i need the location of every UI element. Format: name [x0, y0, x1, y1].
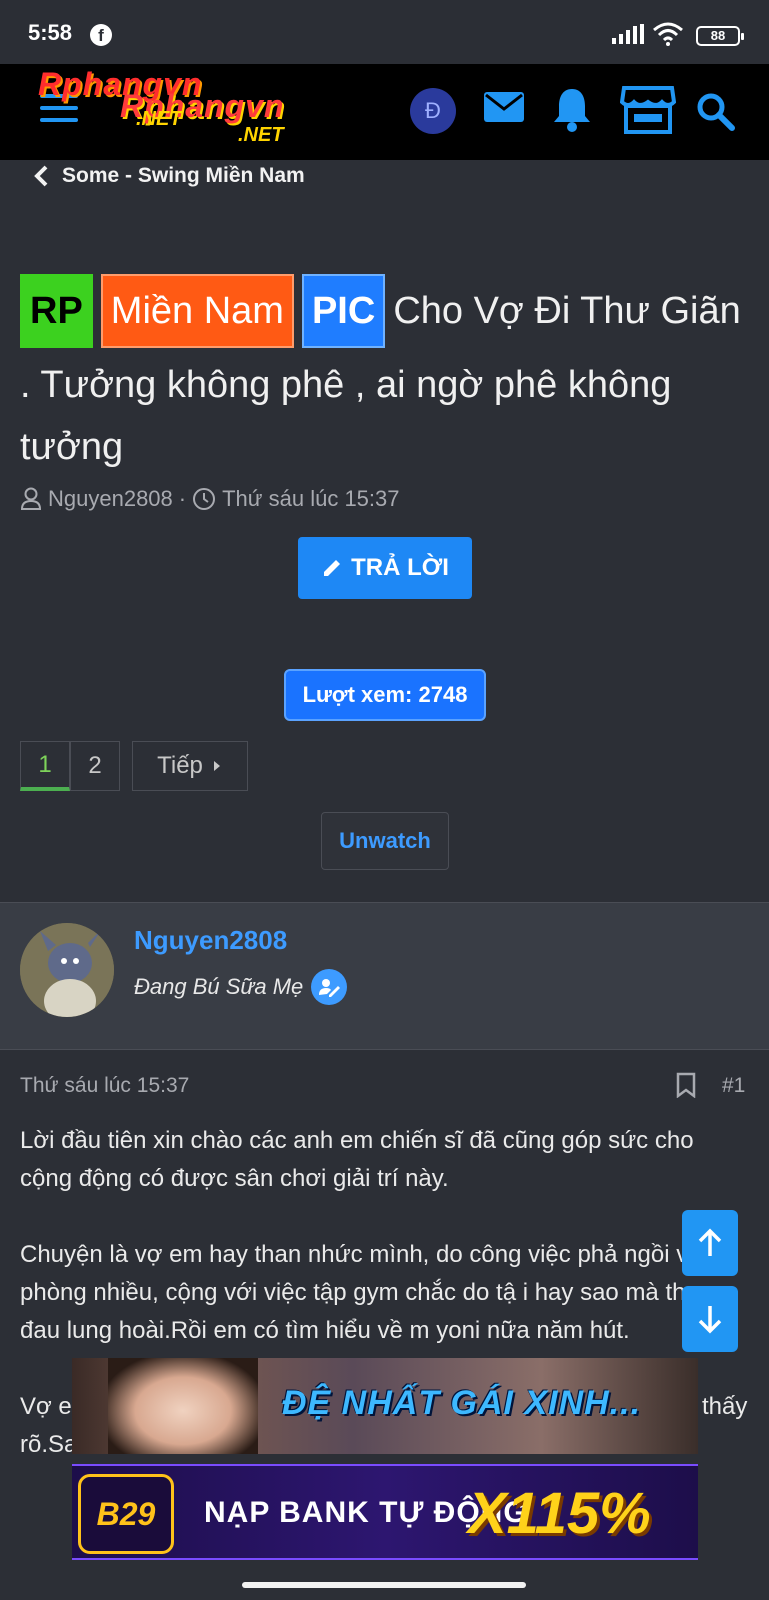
wifi-icon	[653, 22, 683, 46]
status-time: 5:58	[28, 20, 73, 45]
ad-banner-2[interactable]: B29 NẠP BANK TỰ ĐỘNG X115%	[72, 1464, 698, 1560]
site-header: Rphangvn Rphangvn .NET .NET Đ	[0, 64, 769, 160]
ad-brand-logo: B29	[78, 1474, 174, 1554]
reply-button[interactable]: TRẢ LỜI	[298, 537, 472, 599]
facebook-icon: f	[90, 24, 112, 46]
view-count-badge: Lượt xem: 2748	[284, 669, 486, 721]
search-icon[interactable]	[696, 92, 736, 132]
post-date[interactable]: Thứ sáu lúc 15:37	[20, 1074, 189, 1098]
thread-date[interactable]: Thứ sáu lúc 15:37	[222, 486, 399, 512]
avatar[interactable]	[20, 923, 114, 1017]
user-title: Đang Bú Sữa Mẹ	[134, 969, 348, 1005]
signal-icon	[612, 24, 644, 44]
breadcrumb-label: Some - Swing Miền Nam	[62, 164, 305, 187]
pagination: 1 2 Tiếp	[20, 741, 248, 791]
thread-title: RP Miền Nam PIC Cho Vợ Đi Thư Giãn . Tưởng …	[20, 274, 750, 478]
home-indicator[interactable]	[0, 1570, 769, 1600]
status-bar: 5:58 f 88	[0, 0, 769, 64]
site-logo[interactable]: Rphangvn Rphangvn .NET .NET	[38, 66, 358, 146]
next-page-button[interactable]: Tiếp	[132, 741, 248, 791]
store-icon[interactable]	[620, 84, 676, 136]
post-paragraph: Lời đầu tiên xin chào các anh em chiến s…	[20, 1127, 694, 1192]
tag-pic[interactable]: PIC	[301, 274, 386, 348]
bell-icon[interactable]	[552, 86, 592, 134]
tag-mien-nam[interactable]: Miền Nam	[100, 274, 294, 348]
page-1[interactable]: 1	[20, 741, 70, 791]
page-2[interactable]: 2	[70, 741, 120, 791]
post-number[interactable]: #1	[722, 1074, 745, 1098]
ad-image	[108, 1358, 258, 1454]
coin-icon[interactable]: Đ	[410, 88, 456, 134]
chevron-left-icon	[34, 165, 48, 187]
ad-banner-1[interactable]: ĐỆ NHẤT GÁI XINH...	[72, 1358, 698, 1454]
ad-banner-1-text: ĐỆ NHẤT GÁI XINH...	[282, 1384, 642, 1422]
arrow-down-icon	[698, 1306, 722, 1334]
thread-meta: Nguyen2808 · Thứ sáu lúc 15:37	[20, 484, 400, 514]
arrow-up-icon	[698, 1228, 722, 1256]
thread-author[interactable]: Nguyen2808	[48, 486, 173, 512]
ad-banner-2-bonus: X115%	[468, 1481, 651, 1546]
bookmark-icon[interactable]	[676, 1072, 696, 1098]
verified-badge-icon	[311, 969, 348, 1005]
unwatch-button[interactable]: Unwatch	[321, 812, 449, 870]
scroll-up-button[interactable]	[682, 1210, 738, 1276]
breadcrumb[interactable]: Some - Swing Miền Nam	[34, 162, 305, 190]
clock-icon	[193, 488, 216, 510]
user-icon	[20, 487, 42, 510]
mail-icon[interactable]	[482, 86, 526, 130]
pencil-icon	[324, 560, 341, 576]
battery-icon: 88	[696, 26, 744, 46]
scroll-down-button[interactable]	[682, 1286, 738, 1352]
caret-right-icon	[213, 761, 220, 771]
tag-rp[interactable]: RP	[20, 274, 93, 348]
post-author-name[interactable]: Nguyen2808	[134, 925, 287, 956]
post-author-block: Nguyen2808 Đang Bú Sữa Mẹ	[0, 902, 769, 1050]
post-paragraph: Chuyện là vợ em hay than nhức mình, do c…	[20, 1241, 715, 1344]
